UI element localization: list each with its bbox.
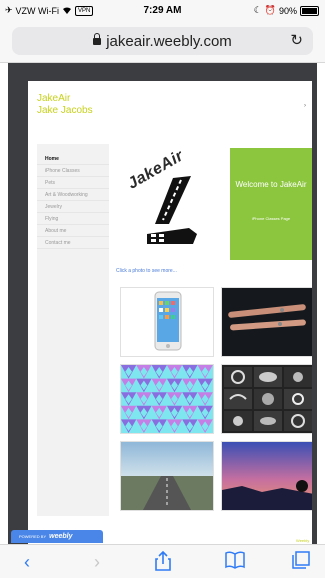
share-icon[interactable] [148, 550, 178, 573]
site-subtitle: Jake Jacobs [37, 105, 93, 116]
site-title[interactable]: JakeAir [37, 93, 70, 104]
web-viewport: JakeAir Jake Jacobs › Home iPhone Classe… [0, 63, 325, 581]
address-text-wrap[interactable]: jakeair.weebly.com [12, 32, 313, 50]
lock-icon [93, 32, 102, 45]
nav-item-jewelry[interactable]: Jewelry [37, 202, 109, 213]
tabs-icon[interactable] [286, 551, 316, 573]
status-bar: ✈ VZW Wi-Fi VPN 7:29 AM ☾ ⏰ 90% [0, 0, 325, 20]
reload-icon[interactable]: ↻ [290, 31, 303, 49]
alarm-icon: ⏰ [264, 5, 276, 15]
status-right: ☾ ⏰ 90% [254, 5, 319, 16]
welcome-title: Welcome to JakeAir [235, 180, 307, 189]
forward-icon[interactable]: › [82, 551, 112, 573]
runway-photo[interactable] [120, 441, 214, 511]
moon-icon: ☾ [253, 5, 262, 15]
nav-item-iphone-classes[interactable]: iPhone Classes [37, 166, 109, 177]
battery-percent: 90% [278, 5, 297, 16]
weebly-brand: weebly [49, 533, 73, 540]
back-icon[interactable]: ‹ [12, 551, 42, 573]
nav-item-about-me[interactable]: About me [37, 226, 109, 237]
url-text[interactable]: jakeair.weebly.com [106, 33, 232, 50]
menu-arrow-icon[interactable]: › [304, 103, 306, 109]
nav-item-art-woodworking[interactable]: Art & Woodworking [37, 190, 109, 201]
address-bar[interactable]: jakeair.weebly.com ↻ [12, 27, 313, 55]
nav-item-home[interactable]: Home [37, 154, 109, 165]
battery-icon [300, 5, 319, 16]
pattern-photo[interactable] [120, 364, 214, 434]
browser-toolbar: ‹ › [0, 544, 325, 578]
nav-item-flying[interactable]: Flying [37, 214, 109, 225]
weebly-badge[interactable]: POWERED BY weebly [11, 530, 103, 543]
welcome-subtitle: iPhone Classes Page [251, 216, 291, 221]
jakeair-logo: JakeAir [111, 147, 226, 260]
welcome-banner: Welcome to JakeAir iPhone Classes Page [230, 148, 312, 260]
page-background: JakeAir Jake Jacobs › Home iPhone Classe… [8, 63, 317, 581]
site-page: JakeAir Jake Jacobs › Home iPhone Classe… [28, 81, 312, 581]
click-photo-prompt: Click a photo to see more... [116, 268, 177, 274]
nav-item-pets[interactable]: Pets [37, 178, 109, 189]
nav-item-contact-me[interactable]: Contact me [37, 238, 109, 249]
browser-address-area: jakeair.weebly.com ↻ [0, 20, 325, 63]
pens-photo[interactable] [221, 287, 312, 357]
sunset-photo[interactable] [221, 441, 312, 511]
jewelry-photo[interactable] [221, 364, 312, 434]
iphone-photo[interactable] [120, 287, 214, 357]
site-nav: Home iPhone Classes Pets Art & Woodworki… [37, 144, 109, 516]
weebly-prefix: POWERED BY [19, 534, 47, 539]
bookmarks-icon[interactable] [220, 551, 250, 573]
